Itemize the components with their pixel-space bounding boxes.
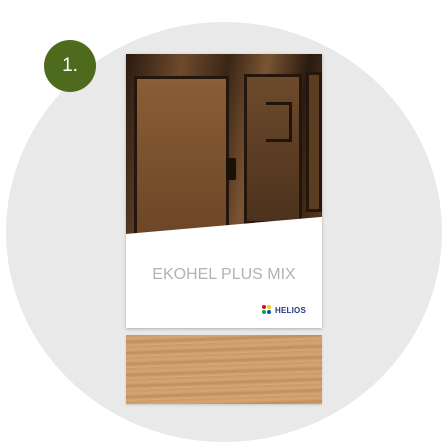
door-hinge [266,102,292,142]
brand-name: HELIOS [275,305,306,315]
step-number: 1. [62,55,78,76]
door-knob [226,158,236,180]
cabinet-door-panel [134,76,229,244]
product-title: EKOHEL PLUS MIX [152,266,296,283]
product-brochure-card[interactable]: EKOHEL PLUS MIX HELIOS [126,54,322,328]
brand-logo: HELIOS [262,304,306,316]
step-badge: 1. [44,40,96,92]
helios-logo-icon [262,305,272,315]
cabinet-door-panel [306,72,322,212]
cabinet-door-panel [244,74,302,224]
wood-color-swatch[interactable] [126,335,322,404]
